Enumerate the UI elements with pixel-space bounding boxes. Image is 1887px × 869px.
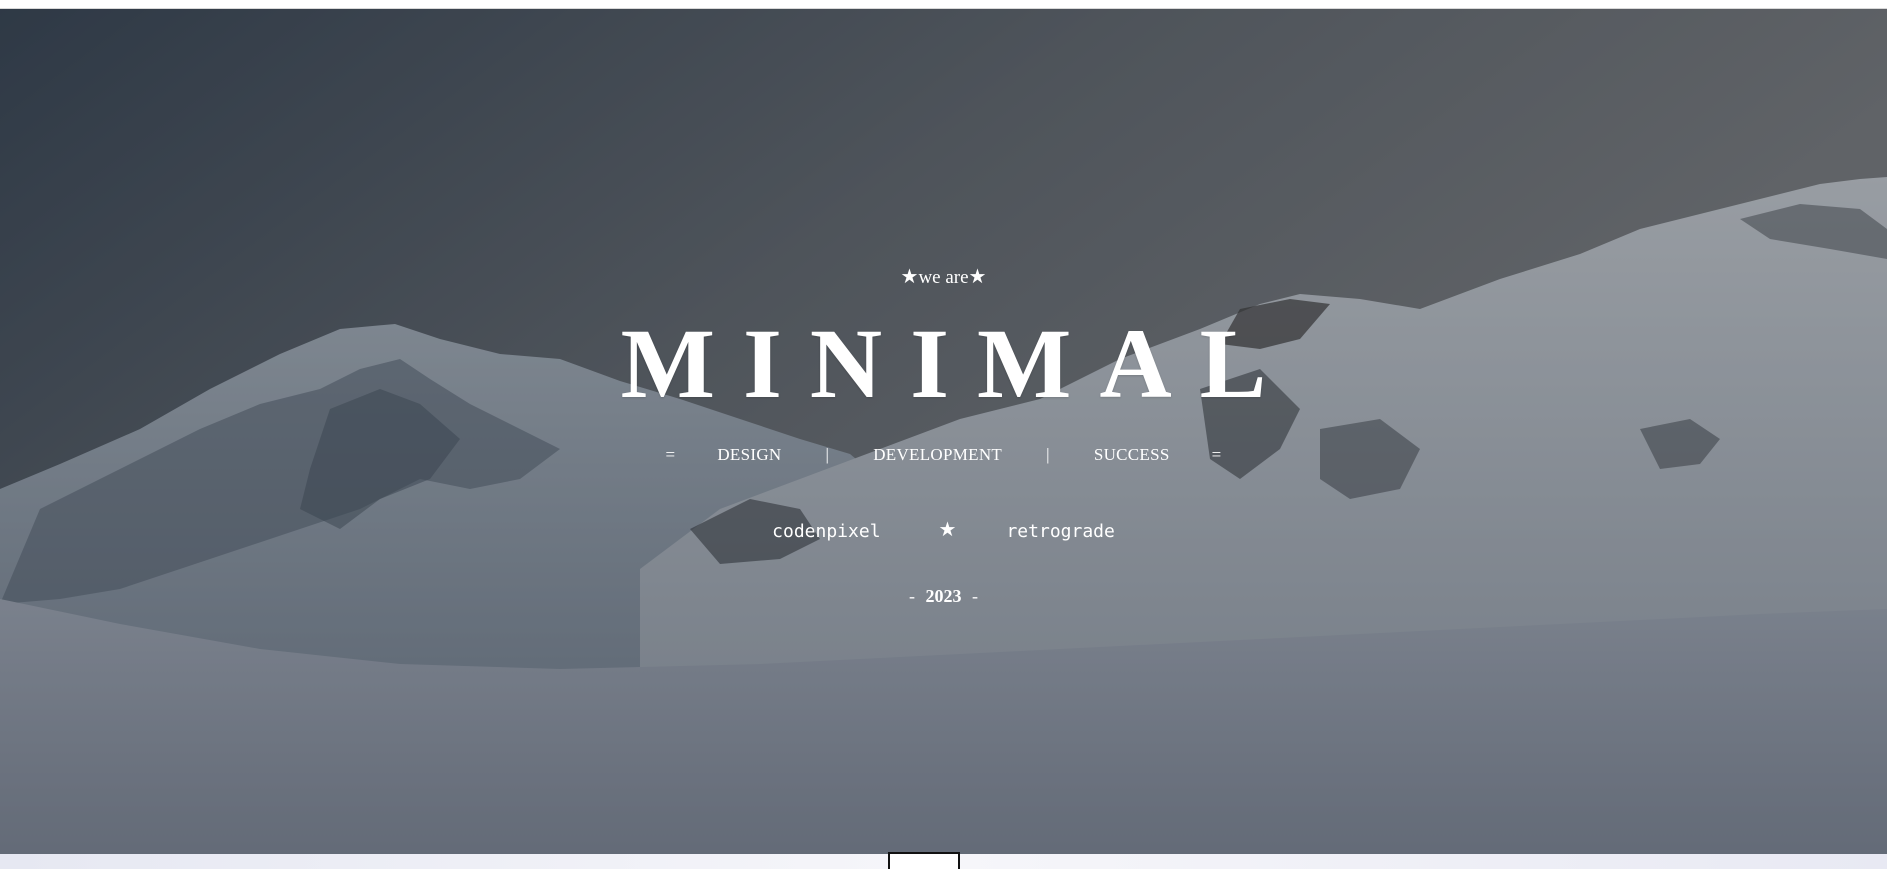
year-line: - 2023 - <box>0 586 1887 607</box>
star-icon: ★ <box>900 266 919 288</box>
year-value: 2023 <box>925 586 962 606</box>
services-separator-end: = <box>1211 445 1222 464</box>
year-dash-right: - <box>972 586 978 606</box>
credit-codenpixel[interactable]: codenpixel <box>772 521 880 542</box>
star-icon: ★ <box>938 516 957 541</box>
hero-title: MINIMAL <box>620 308 1295 419</box>
service-design: DESIGN <box>717 445 782 464</box>
scroll-down-indicator[interactable] <box>888 852 960 869</box>
services-separator-start: = <box>665 445 676 464</box>
year-dash-left: - <box>909 586 915 606</box>
hero-content: ★we are★ MINIMAL = DESIGN | DEVELOPMENT … <box>0 9 1887 854</box>
service-success: SUCCESS <box>1093 445 1170 464</box>
services-line: = DESIGN | DEVELOPMENT | SUCCESS = <box>0 445 1887 465</box>
tagline: ★we are★ <box>0 264 1887 289</box>
credit-retrograde[interactable]: retrograde <box>1006 521 1114 542</box>
service-development: DEVELOPMENT <box>873 445 1003 464</box>
services-separator: | <box>825 445 830 464</box>
tagline-text: we are <box>918 267 969 288</box>
credits-line: codenpixel ★ retrograde <box>0 517 1887 543</box>
top-border <box>0 0 1887 9</box>
star-icon: ★ <box>968 266 987 288</box>
page: ★we are★ MINIMAL = DESIGN | DEVELOPMENT … <box>0 0 1887 869</box>
hero-section: ★we are★ MINIMAL = DESIGN | DEVELOPMENT … <box>0 9 1887 854</box>
services-separator: | <box>1046 445 1050 464</box>
